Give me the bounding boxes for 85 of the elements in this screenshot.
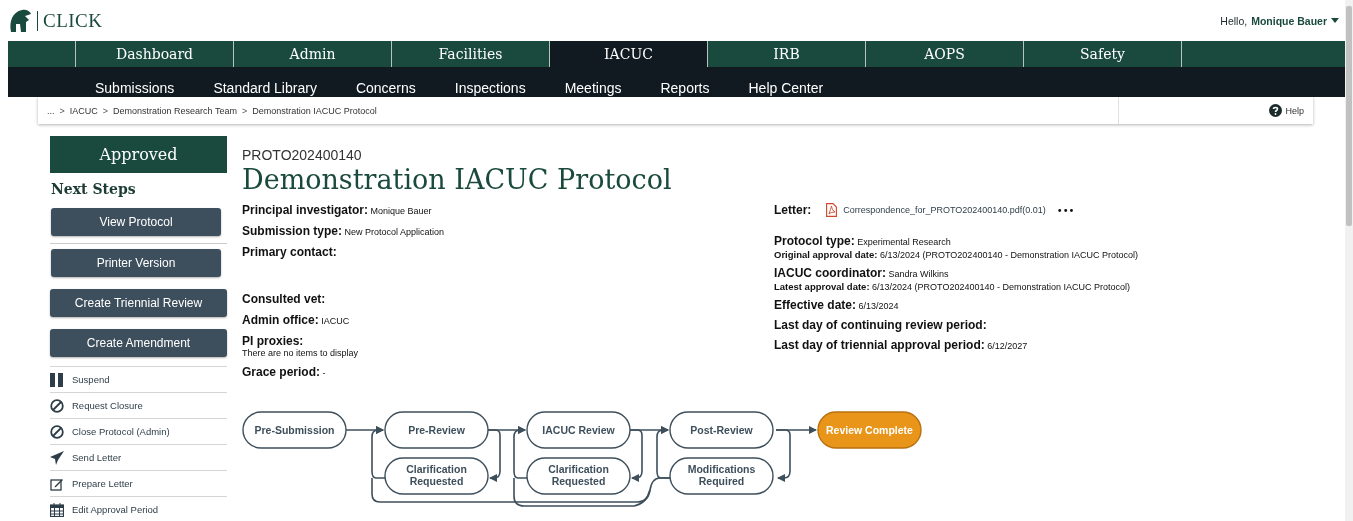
field-label: Last day of triennial approval period: (774, 338, 985, 352)
nav-tab[interactable]: IACUC (550, 41, 708, 67)
pause-icon (50, 372, 64, 387)
field-label: Admin office: (242, 313, 319, 327)
protocol-title: Demonstration IACUC Protocol (242, 164, 673, 195)
scrollbar-thumb[interactable] (1346, 6, 1352, 226)
loop-arrow (487, 429, 501, 482)
breadcrumb-separator: > (241, 105, 248, 116)
workflow-node: Pre-Submission (242, 411, 347, 449)
paper-plane-icon (50, 450, 64, 465)
loop-arrow (775, 429, 791, 482)
subnav-link[interactable]: Inspections (454, 80, 526, 97)
status-banner: Approved (50, 136, 227, 173)
workflow-node: Clarification Requested (526, 457, 631, 495)
field-label: Submission type: (242, 224, 342, 238)
subnav-link[interactable]: Concerns (355, 80, 416, 97)
field-value: Sandra Wilkins (888, 269, 949, 279)
field-label: Effective date: (774, 298, 857, 312)
breadcrumb-separator: > (59, 105, 65, 116)
breadcrumb-separator: > (102, 105, 109, 116)
workflow-node: Clarification Requested (384, 457, 489, 495)
action-button[interactable]: Printer Version (51, 249, 221, 277)
loop-arrow (629, 429, 643, 482)
field-label: Primary contact: (242, 245, 337, 259)
help-icon (1269, 104, 1283, 117)
field-value: - (322, 368, 326, 378)
field-label: Letter: (774, 203, 812, 217)
field-label: Principal investigator: (242, 203, 369, 217)
field-value: 6/13/2024 (858, 301, 899, 311)
action-link[interactable]: Suspend (50, 366, 227, 392)
subnav-link[interactable]: Reports (660, 80, 710, 97)
breadcrumb-link[interactable]: Demonstration IACUC Protocol (252, 105, 377, 116)
action-link[interactable]: Close Protocol (Admin) (50, 418, 227, 444)
subnav-link[interactable]: Submissions (95, 80, 175, 97)
workflow-node: IACUC Review (526, 411, 631, 449)
action-link[interactable]: Request Closure (50, 392, 227, 418)
action-link[interactable]: Edit Approval Period (50, 496, 227, 521)
field-value: 6/12/2027 (987, 341, 1028, 351)
field-label: Consulted vet: (242, 292, 326, 306)
app-logo[interactable]: CLICK (43, 9, 103, 32)
breadcrumb-link[interactable]: Demonstration Research Team (113, 105, 237, 116)
more-button[interactable]: ••• (1056, 204, 1075, 216)
action-button[interactable]: Create Amendment (50, 329, 227, 357)
action-button[interactable]: View Protocol (51, 208, 221, 236)
return-arrow (656, 426, 671, 479)
field-value: 6/13/2024 (PROTO202400140 - Demonstration IACUC Protocol) (872, 282, 1131, 292)
subnav-link[interactable]: Meetings (564, 80, 622, 97)
field-label: Protocol type: (774, 234, 855, 248)
prohibited-icon (50, 398, 64, 413)
protocol-id: PROTO202400140 (242, 147, 363, 163)
subnav-link[interactable]: Standard Library (213, 80, 317, 97)
prohibited-icon (50, 424, 64, 439)
workflow-node: Post-Review (669, 411, 774, 449)
action-link[interactable]: Prepare Letter (50, 470, 227, 496)
field-label: Last day of continuing review period: (774, 318, 987, 332)
workflow-node: Pre-Review (384, 411, 489, 449)
return-arrow (371, 426, 386, 479)
breadcrumb-link[interactable]: ... (47, 105, 55, 116)
help-link[interactable]: Help (1269, 104, 1304, 117)
calendar-icon (50, 502, 64, 517)
field-label: Grace period: (242, 365, 321, 379)
field-value: 6/13/2024 (PROTO202400140 - Demonstration IACUC Protocol) (880, 250, 1138, 260)
field-value: New Protocol Application (344, 227, 445, 237)
caret-icon (1331, 18, 1339, 23)
breadcrumb-link[interactable]: IACUC (69, 105, 98, 116)
workflow-node: Modifications Required (669, 457, 774, 495)
field-label: IACUC coordinator: (774, 266, 886, 280)
pdf-file-icon (826, 203, 838, 217)
field-value: IACUC (321, 316, 350, 326)
return-arrow (513, 426, 528, 479)
user-menu[interactable]: Hello, Monique Bauer (1220, 14, 1339, 27)
action-link[interactable]: Send Letter (50, 444, 227, 470)
field-value: Monique Bauer (370, 206, 432, 216)
section-heading: Next Steps (51, 181, 137, 197)
action-button[interactable]: Create Triennial Review (50, 289, 227, 317)
workflow-node: Review Complete (817, 411, 922, 449)
field-label: Latest approval date: (774, 281, 870, 292)
subnav-link[interactable]: Help Center (748, 80, 824, 97)
field-label: Original approval date: (774, 249, 878, 260)
file-link[interactable]: Correspondence_for_PROTO202400140.pdf(0.01) (843, 205, 1046, 215)
edit-icon (50, 476, 64, 491)
field-value: Experimental Research (857, 237, 951, 247)
helmet-logo-icon (8, 7, 32, 34)
field-label: PI proxies: (242, 334, 304, 348)
field-value: There are no items to display (242, 348, 359, 358)
